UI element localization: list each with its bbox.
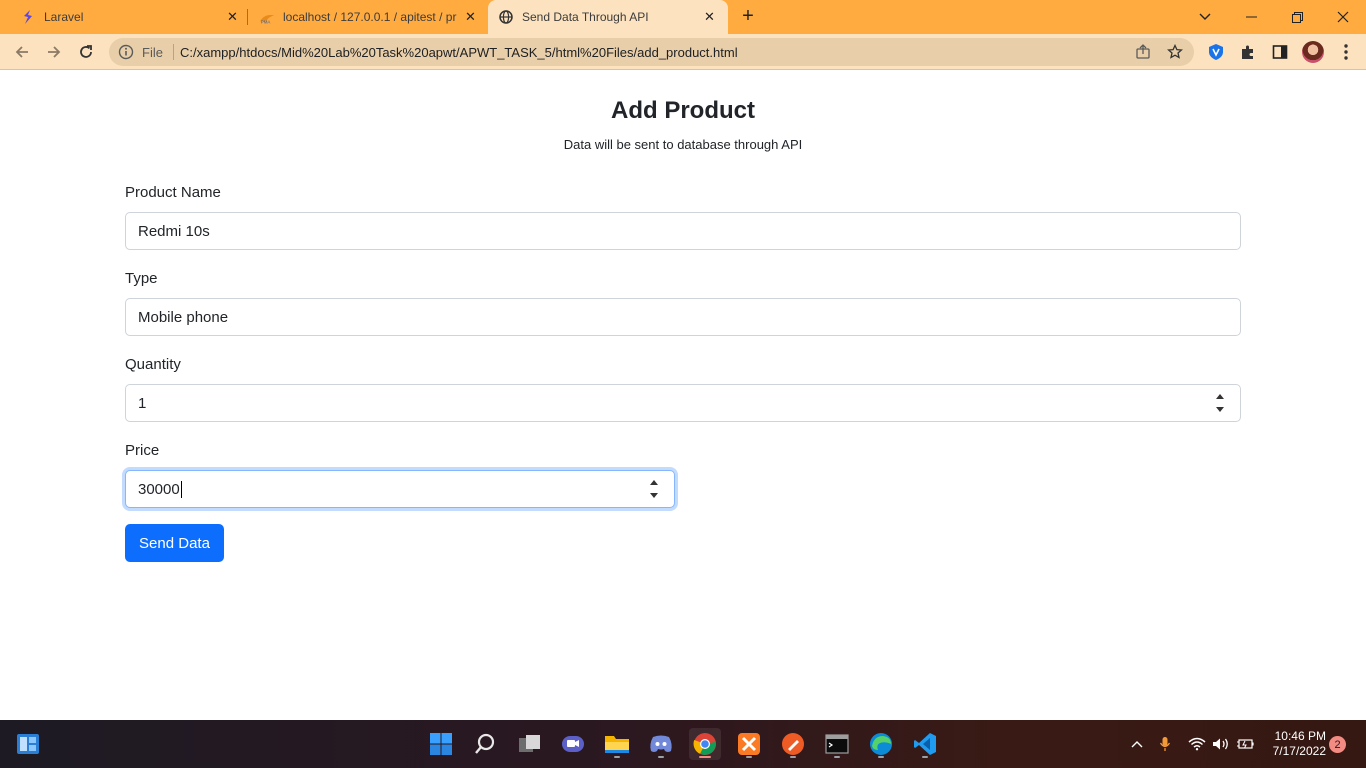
back-button[interactable] <box>10 40 34 64</box>
microphone-icon[interactable] <box>1155 734 1175 754</box>
vpn-shield-icon[interactable] <box>1207 43 1225 61</box>
quantity-stepper[interactable] <box>1215 394 1225 412</box>
scheme-label: File <box>142 45 163 60</box>
reload-button[interactable] <box>74 40 98 64</box>
chevron-up-icon[interactable] <box>1127 734 1147 754</box>
system-clock[interactable]: 10:46 PM 7/17/2022 <box>1262 729 1326 759</box>
file-explorer-icon[interactable] <box>601 728 633 760</box>
page-title: Add Product <box>611 97 755 124</box>
page-subtitle: Data will be sent to database through AP… <box>563 137 803 152</box>
xampp-icon[interactable] <box>733 728 765 760</box>
decrement-arrow-icon[interactable] <box>1216 407 1224 412</box>
restore-button[interactable] <box>1274 0 1320 34</box>
product-name-input[interactable]: Redmi 10s <box>125 212 1241 250</box>
type-label: Type <box>125 270 158 287</box>
decrement-arrow-icon[interactable] <box>650 493 658 498</box>
vscode-icon[interactable] <box>909 728 941 760</box>
side-panel-icon[interactable] <box>1271 43 1289 61</box>
increment-arrow-icon[interactable] <box>1216 394 1224 399</box>
browser-toolbar: File C:/xampp/htdocs/Mid%20Lab%20Task%20… <box>0 34 1366 70</box>
send-data-button[interactable]: Send Data <box>125 524 224 562</box>
widgets-icon[interactable] <box>12 728 44 760</box>
minimize-button[interactable] <box>1228 0 1274 34</box>
close-tab-icon[interactable]: ✕ <box>704 10 715 23</box>
quantity-input[interactable]: 1 <box>125 384 1241 422</box>
bookmark-star-icon[interactable] <box>1167 44 1183 60</box>
price-stepper[interactable] <box>649 480 659 498</box>
browser-tab-strip: Laravel ✕ PMA localhost / 127.0.0.1 / ap… <box>0 0 1366 34</box>
close-tab-icon[interactable]: ✕ <box>227 10 238 23</box>
price-input[interactable]: 30000 <box>125 470 675 508</box>
type-input[interactable]: Mobile phone <box>125 298 1241 336</box>
running-indicator <box>834 756 840 758</box>
extensions-puzzle-icon[interactable] <box>1239 43 1257 61</box>
clock-time: 10:46 PM <box>1274 729 1326 743</box>
clock-date: 7/17/2022 <box>1272 744 1326 758</box>
price-label: Price <box>125 442 160 459</box>
running-indicator <box>699 756 711 758</box>
task-view-icon[interactable] <box>514 728 546 760</box>
postman-icon[interactable] <box>777 728 809 760</box>
running-indicator <box>614 756 620 758</box>
globe-icon <box>498 9 514 25</box>
product-name-value: Redmi 10s <box>138 222 210 240</box>
price-value: 30000 <box>138 480 180 498</box>
increment-arrow-icon[interactable] <box>650 480 658 485</box>
teams-chat-icon[interactable] <box>557 728 589 760</box>
notification-badge[interactable]: 2 <box>1329 736 1346 753</box>
battery-icon[interactable] <box>1236 734 1256 754</box>
terminal-icon[interactable] <box>821 728 853 760</box>
laravel-icon <box>20 9 36 25</box>
running-indicator <box>922 756 928 758</box>
tab-phpmyadmin[interactable]: PMA localhost / 127.0.0.1 / apitest / pr… <box>250 0 486 34</box>
omnibox-divider <box>173 44 174 60</box>
info-icon[interactable] <box>118 44 134 60</box>
wifi-icon[interactable] <box>1187 734 1207 754</box>
product-name-label: Product Name <box>125 184 221 201</box>
tab-search-icon[interactable] <box>1182 0 1228 34</box>
new-tab-button[interactable]: + <box>738 6 758 26</box>
running-indicator <box>878 756 884 758</box>
running-indicator <box>658 756 664 758</box>
profile-avatar[interactable] <box>1302 41 1324 63</box>
running-indicator <box>746 756 752 758</box>
phpmyadmin-icon: PMA <box>259 10 275 26</box>
taskbar: 10:46 PM 7/17/2022 2 <box>0 720 1366 768</box>
volume-icon[interactable] <box>1211 734 1231 754</box>
quantity-label: Quantity <box>125 356 181 373</box>
tab-title: Send Data Through API <box>522 10 649 24</box>
svg-text:PMA: PMA <box>261 19 271 24</box>
tab-laravel[interactable]: Laravel ✕ <box>8 0 246 34</box>
close-window-button[interactable] <box>1320 0 1366 34</box>
kebab-menu-icon[interactable] <box>1337 43 1355 61</box>
discord-icon[interactable] <box>645 728 677 760</box>
start-icon[interactable] <box>425 728 457 760</box>
close-tab-icon[interactable]: ✕ <box>465 10 476 23</box>
page-content: Add Product Data will be sent to databas… <box>0 71 1366 720</box>
forward-button[interactable] <box>42 40 66 64</box>
quantity-value: 1 <box>138 394 147 412</box>
address-bar[interactable]: File C:/xampp/htdocs/Mid%20Lab%20Task%20… <box>109 38 1194 66</box>
type-value: Mobile phone <box>138 308 229 326</box>
tab-title: localhost / 127.0.0.1 / apitest / pr <box>283 10 457 24</box>
tab-send-data[interactable]: Send Data Through API ✕ <box>488 0 728 34</box>
tab-divider <box>247 9 248 25</box>
text-caret <box>180 480 182 498</box>
chrome-icon[interactable] <box>689 728 721 760</box>
search-icon[interactable] <box>469 728 501 760</box>
tab-title: Laravel <box>44 10 84 24</box>
url-text[interactable]: C:/xampp/htdocs/Mid%20Lab%20Task%20apwt/… <box>180 45 738 60</box>
running-indicator <box>790 756 796 758</box>
edge-icon[interactable] <box>865 728 897 760</box>
share-icon[interactable] <box>1135 44 1151 60</box>
